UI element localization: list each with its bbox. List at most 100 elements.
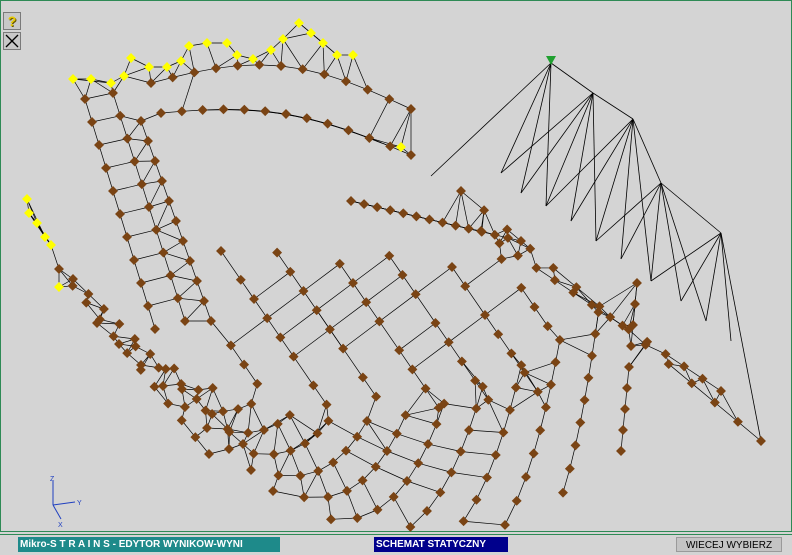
mesh-node[interactable] bbox=[218, 406, 228, 416]
mesh-node[interactable] bbox=[101, 163, 111, 173]
mesh-node[interactable] bbox=[137, 179, 147, 189]
mesh-node[interactable] bbox=[525, 244, 535, 254]
mesh-node[interactable] bbox=[239, 360, 249, 370]
selected-node[interactable] bbox=[22, 194, 32, 204]
mesh-node[interactable] bbox=[177, 106, 187, 116]
mesh-node[interactable] bbox=[478, 382, 488, 392]
mesh-node[interactable] bbox=[136, 116, 146, 126]
selected-node[interactable] bbox=[24, 208, 34, 218]
mesh-node[interactable] bbox=[624, 362, 634, 372]
mesh-node[interactable] bbox=[342, 486, 352, 496]
mesh-node[interactable] bbox=[530, 302, 540, 312]
mesh-node[interactable] bbox=[733, 417, 743, 427]
mesh-node[interactable] bbox=[189, 67, 199, 77]
close-button[interactable] bbox=[3, 32, 21, 50]
mesh-node[interactable] bbox=[151, 225, 161, 235]
mesh-node[interactable] bbox=[198, 105, 208, 115]
mesh-node[interactable] bbox=[115, 111, 125, 121]
mesh-node[interactable] bbox=[571, 440, 581, 450]
mesh-node[interactable] bbox=[580, 395, 590, 405]
mesh-node[interactable] bbox=[246, 465, 256, 475]
mesh-node[interactable] bbox=[130, 334, 140, 344]
mesh-node[interactable] bbox=[122, 134, 132, 144]
mesh-node[interactable] bbox=[158, 381, 168, 391]
mesh-node[interactable] bbox=[456, 186, 466, 196]
mesh-node[interactable] bbox=[338, 344, 348, 354]
mesh-node[interactable] bbox=[398, 208, 408, 218]
mesh-node[interactable] bbox=[550, 275, 560, 285]
mesh-node[interactable] bbox=[308, 380, 318, 390]
mesh-node[interactable] bbox=[359, 199, 369, 209]
mesh-node[interactable] bbox=[161, 364, 171, 374]
selected-node[interactable] bbox=[306, 28, 316, 38]
mesh-node[interactable] bbox=[285, 410, 295, 420]
mesh-node[interactable] bbox=[495, 238, 505, 248]
mesh-node[interactable] bbox=[168, 72, 178, 82]
mesh-node[interactable] bbox=[456, 447, 466, 457]
mesh-node[interactable] bbox=[447, 262, 457, 272]
mesh-node[interactable] bbox=[506, 348, 516, 358]
selected-node[interactable] bbox=[106, 78, 116, 88]
mesh-node[interactable] bbox=[54, 264, 64, 274]
mesh-node[interactable] bbox=[243, 428, 253, 438]
mesh-node[interactable] bbox=[178, 236, 188, 246]
mesh-node[interactable] bbox=[493, 329, 503, 339]
mesh-node[interactable] bbox=[158, 248, 168, 258]
mesh-node[interactable] bbox=[233, 61, 243, 71]
mesh-node[interactable] bbox=[208, 383, 218, 393]
mesh-node[interactable] bbox=[498, 428, 508, 438]
mesh-node[interactable] bbox=[425, 215, 435, 225]
mesh-node[interactable] bbox=[584, 373, 594, 383]
mesh-node[interactable] bbox=[157, 176, 167, 186]
mesh-node[interactable] bbox=[512, 496, 522, 506]
mesh-node[interactable] bbox=[164, 196, 174, 206]
mesh-node[interactable] bbox=[533, 387, 543, 397]
mesh-node[interactable] bbox=[114, 319, 124, 329]
mesh-node[interactable] bbox=[382, 446, 392, 456]
mesh-node[interactable] bbox=[143, 136, 153, 146]
mesh-node[interactable] bbox=[616, 446, 626, 456]
mesh-node[interactable] bbox=[323, 492, 333, 502]
mesh-node[interactable] bbox=[211, 63, 221, 73]
mesh-node[interactable] bbox=[206, 316, 216, 326]
mesh-node[interactable] bbox=[480, 310, 490, 320]
mesh-node[interactable] bbox=[236, 275, 246, 285]
mesh-node[interactable] bbox=[505, 405, 515, 415]
mesh-node[interactable] bbox=[446, 467, 456, 477]
mesh-node[interactable] bbox=[285, 267, 295, 277]
mesh-node[interactable] bbox=[389, 492, 399, 502]
mesh-node[interactable] bbox=[516, 236, 526, 246]
mesh-node[interactable] bbox=[156, 108, 166, 118]
mesh-node[interactable] bbox=[756, 436, 766, 446]
mesh-node[interactable] bbox=[219, 104, 229, 114]
mesh-node[interactable] bbox=[679, 361, 689, 371]
mesh-node[interactable] bbox=[401, 410, 411, 420]
mesh-node[interactable] bbox=[259, 425, 269, 435]
selected-node[interactable] bbox=[232, 50, 242, 60]
mesh-node[interactable] bbox=[464, 224, 474, 234]
selected-node[interactable] bbox=[68, 74, 78, 84]
mesh-node[interactable] bbox=[169, 364, 179, 374]
mesh-node[interactable] bbox=[457, 356, 467, 366]
mesh-node[interactable] bbox=[535, 425, 545, 435]
mesh-node[interactable] bbox=[661, 349, 671, 359]
mesh-node[interactable] bbox=[275, 332, 285, 342]
mesh-node[interactable] bbox=[249, 294, 259, 304]
mesh-node[interactable] bbox=[384, 251, 394, 261]
mesh-node[interactable] bbox=[177, 415, 187, 425]
mesh-node[interactable] bbox=[587, 351, 597, 361]
mesh-node[interactable] bbox=[193, 385, 203, 395]
mesh-nodes[interactable] bbox=[22, 18, 766, 532]
mesh-node[interactable] bbox=[411, 289, 421, 299]
mesh-node[interactable] bbox=[150, 156, 160, 166]
mesh-node[interactable] bbox=[385, 205, 395, 215]
mesh-node[interactable] bbox=[500, 520, 510, 530]
mesh-node[interactable] bbox=[364, 133, 374, 143]
mesh-node[interactable] bbox=[626, 341, 636, 351]
mesh-node[interactable] bbox=[664, 359, 674, 369]
mesh-node[interactable] bbox=[551, 357, 561, 367]
mesh-node[interactable] bbox=[687, 378, 697, 388]
selected-node[interactable] bbox=[184, 41, 194, 51]
mesh-node[interactable] bbox=[233, 404, 243, 414]
mesh-node[interactable] bbox=[431, 318, 441, 328]
